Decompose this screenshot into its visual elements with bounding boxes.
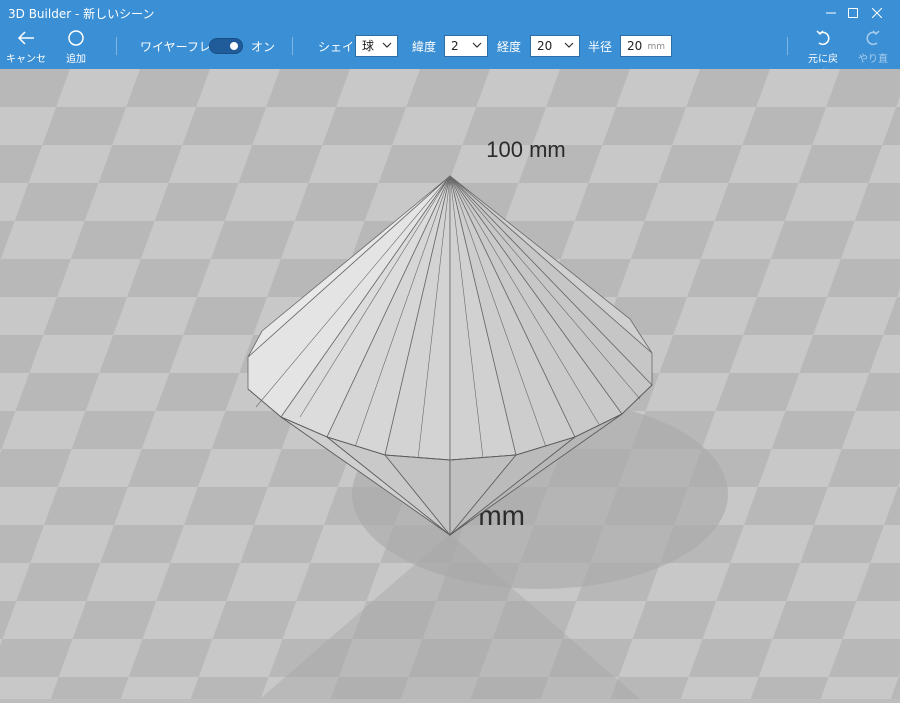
scene-canvas[interactable]: 100 mm 0 mm xyxy=(0,69,900,699)
chevron-down-icon xyxy=(564,42,574,48)
wireframe-toggle[interactable] xyxy=(209,38,243,54)
longitude-value: 20 xyxy=(537,39,553,53)
shape-value: 球 xyxy=(362,39,375,53)
radius-unit: mm xyxy=(647,42,665,52)
dimension-label-top: 100 mm xyxy=(486,137,565,162)
close-icon[interactable] xyxy=(854,0,900,26)
longitude-label: 経度 xyxy=(497,40,522,54)
separator xyxy=(292,37,293,55)
separator xyxy=(116,37,117,55)
radius-label: 半径 xyxy=(588,40,613,54)
latitude-select[interactable]: 2 xyxy=(444,35,488,57)
title-bar: 3D Builder - 新しいシーン xyxy=(0,0,900,26)
3d-viewport[interactable]: 100 mm 0 mm xyxy=(0,69,900,699)
toggle-knob xyxy=(230,42,238,50)
toolbar: キャンセル 追加 ワイヤーフレーム オン シェイプ 球 緯度 2 経度 20 半… xyxy=(0,26,900,80)
add-circle-icon xyxy=(68,30,84,46)
chevron-down-icon xyxy=(382,42,392,48)
longitude-select[interactable]: 20 xyxy=(530,35,580,57)
wireframe-state: オン xyxy=(251,40,276,54)
separator xyxy=(787,37,788,55)
chevron-down-icon xyxy=(472,42,482,48)
back-arrow-icon xyxy=(17,31,34,45)
latitude-value: 2 xyxy=(451,39,459,53)
redo-icon xyxy=(866,30,880,46)
radius-input[interactable]: 20 mm xyxy=(620,35,672,57)
latitude-label: 緯度 xyxy=(412,40,437,54)
radius-value: 20 xyxy=(627,39,643,53)
shape-select[interactable]: 球 xyxy=(355,35,398,57)
add-button[interactable]: 追加 xyxy=(62,30,90,65)
undo-icon xyxy=(816,30,830,46)
window-title: 3D Builder - 新しいシーン xyxy=(8,7,155,21)
add-label: 追加 xyxy=(66,54,86,65)
